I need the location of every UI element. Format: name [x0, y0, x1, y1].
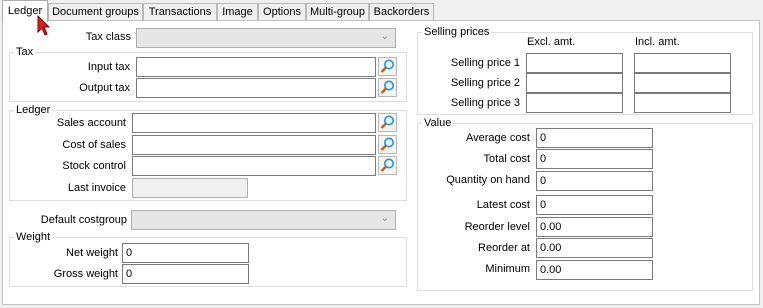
weight-group-title: Weight	[14, 230, 53, 244]
stock-control-label: Stock control	[62, 160, 126, 172]
latest-cost-label: Latest cost	[476, 199, 530, 211]
default-costgroup-select[interactable]: ⌄	[131, 210, 396, 230]
tab-transactions[interactable]: Transactions	[143, 3, 217, 20]
tab-document-groups[interactable]: Document groups	[48, 3, 143, 20]
tab-multi-group[interactable]: Multi-group	[306, 3, 369, 20]
quantity-on-hand-field[interactable]: 0	[536, 171, 653, 191]
selling-price-2-excl-field[interactable]	[526, 73, 623, 93]
weight-group: Weight Net weight 0 Gross weight 0	[9, 230, 407, 287]
ledger-panel: Tax class ⌄ Tax Input tax Output tax Led…	[2, 20, 760, 305]
net-weight-label: Net weight	[66, 247, 118, 259]
selling-price-3-label: Selling price 3	[450, 97, 520, 109]
selling-price-2-incl-field[interactable]	[634, 73, 731, 93]
selling-price-3-excl-field[interactable]	[526, 93, 623, 113]
input-tax-field[interactable]	[136, 57, 376, 77]
incl-amt-header: Incl. amt.	[635, 36, 680, 48]
tax-group-title: Tax	[14, 45, 36, 59]
selling-price-2-label: Selling price 2	[450, 77, 520, 89]
selling-prices-group: Selling prices Excl. amt. Incl. amt. Sel…	[417, 25, 753, 115]
net-weight-field[interactable]: 0	[122, 243, 249, 263]
search-icon[interactable]	[378, 156, 397, 175]
search-icon[interactable]	[378, 78, 397, 97]
average-cost-field[interactable]: 0	[536, 128, 653, 148]
selling-price-1-incl-field[interactable]	[634, 53, 731, 73]
cost-of-sales-field[interactable]	[132, 135, 376, 155]
minimum-field[interactable]: 0.00	[536, 260, 653, 280]
stock-control-field[interactable]	[132, 156, 376, 176]
sales-account-label: Sales account	[56, 117, 126, 129]
ledger-group: Ledger Sales account Cost of sales Stock…	[9, 103, 407, 201]
search-icon[interactable]	[378, 57, 397, 76]
sales-account-field[interactable]	[132, 113, 376, 133]
minimum-label: Minimum	[485, 263, 530, 275]
tax-class-label: Tax class	[85, 31, 131, 43]
mouse-cursor-icon	[37, 15, 51, 36]
reorder-at-field[interactable]: 0.00	[536, 238, 653, 258]
search-icon[interactable]	[378, 113, 397, 132]
tab-image[interactable]: Image	[217, 3, 258, 20]
chevron-down-icon: ⌄	[380, 31, 389, 42]
last-invoice-field	[132, 178, 248, 198]
tax-group: Tax Input tax Output tax	[9, 45, 407, 102]
reorder-level-label: Reorder level	[464, 221, 530, 233]
selling-price-1-excl-field[interactable]	[526, 53, 623, 73]
tax-class-select[interactable]: ⌄	[136, 28, 396, 48]
output-tax-field[interactable]	[136, 78, 376, 98]
cost-of-sales-label: Cost of sales	[62, 139, 126, 151]
gross-weight-field[interactable]: 0	[122, 264, 249, 284]
default-costgroup-label: Default costgroup	[40, 214, 127, 226]
last-invoice-label: Last invoice	[67, 182, 126, 194]
excl-amt-header: Excl. amt.	[527, 36, 576, 48]
selling-prices-title: Selling prices	[422, 25, 492, 39]
reorder-at-label: Reorder at	[478, 242, 530, 254]
search-icon[interactable]	[378, 135, 397, 154]
gross-weight-label: Gross weight	[53, 268, 118, 280]
total-cost-label: Total cost	[483, 153, 530, 165]
total-cost-field[interactable]: 0	[536, 149, 653, 169]
selling-price-1-label: Selling price 1	[450, 57, 520, 69]
chevron-down-icon: ⌄	[380, 213, 389, 224]
reorder-level-field[interactable]: 0.00	[536, 217, 653, 237]
average-cost-label: Average cost	[465, 132, 530, 144]
selling-price-3-incl-field[interactable]	[634, 93, 731, 113]
tab-options[interactable]: Options	[258, 3, 306, 20]
input-tax-label: Input tax	[87, 61, 130, 73]
quantity-on-hand-label: Quantity on hand	[446, 174, 530, 186]
output-tax-label: Output tax	[79, 82, 130, 94]
tab-backorders[interactable]: Backorders	[369, 3, 434, 20]
value-group: Value Average cost 0 Total cost 0 Quanti…	[417, 116, 753, 291]
latest-cost-field[interactable]: 0	[536, 195, 653, 215]
